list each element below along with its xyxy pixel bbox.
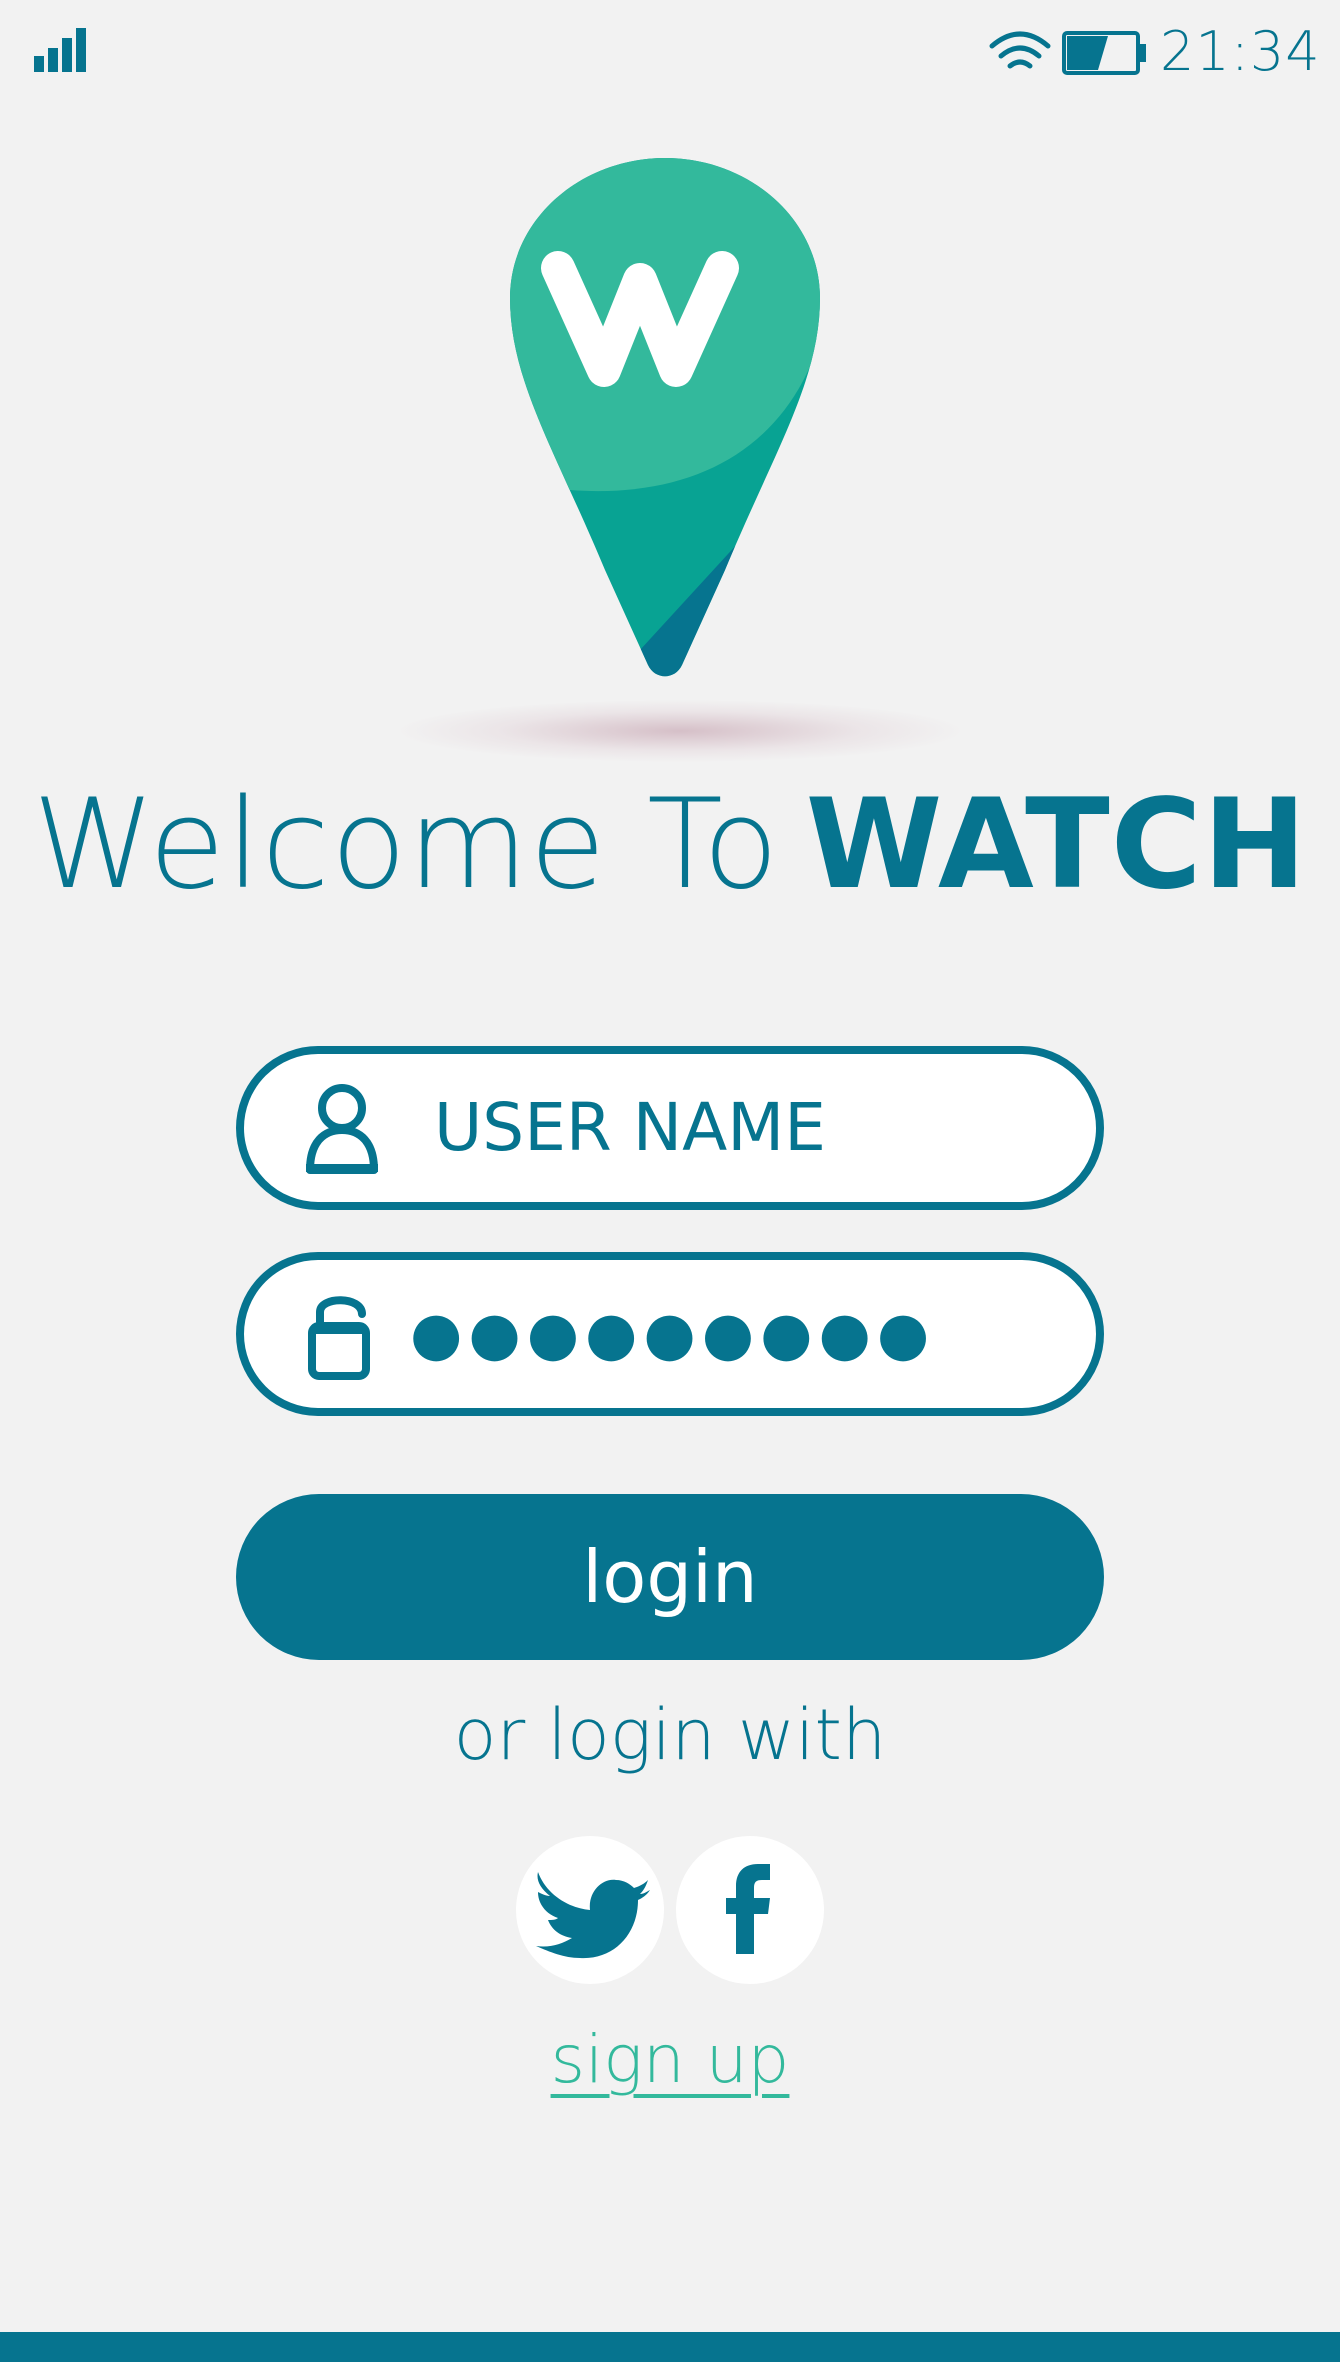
username-field[interactable]: USER NAME <box>236 1046 1104 1210</box>
user-icon <box>306 1084 378 1174</box>
welcome-heading: Welcome To WATCH <box>0 770 1340 920</box>
twitter-login-button[interactable] <box>516 1836 664 1984</box>
facebook-icon <box>726 1864 770 1954</box>
battery-icon <box>1062 31 1146 75</box>
map-pin-logo-icon <box>510 158 820 677</box>
brand-name: WATCH <box>805 773 1308 917</box>
signup-link[interactable]: sign up <box>0 2018 1340 2102</box>
facebook-login-button[interactable] <box>676 1836 824 1984</box>
signup-link-label[interactable]: sign up <box>551 2021 790 2098</box>
unlock-icon <box>308 1296 370 1380</box>
bottom-bar <box>0 2332 1340 2362</box>
welcome-text: Welcome To <box>32 773 780 917</box>
twitter-icon <box>536 1872 650 1959</box>
signal-bars-icon <box>34 28 86 72</box>
logo-shadow <box>400 700 960 762</box>
password-value: ●●●●●●●●● <box>410 1299 936 1369</box>
username-placeholder: USER NAME <box>434 1089 826 1166</box>
status-time: 21:34 <box>1160 20 1321 83</box>
login-button[interactable]: login <box>236 1494 1104 1660</box>
status-bar: 21:34 <box>0 0 1340 110</box>
password-field[interactable]: ●●●●●●●●● <box>236 1252 1104 1416</box>
wifi-icon <box>989 31 1051 69</box>
or-login-with-label: or login with <box>453 1694 887 1776</box>
